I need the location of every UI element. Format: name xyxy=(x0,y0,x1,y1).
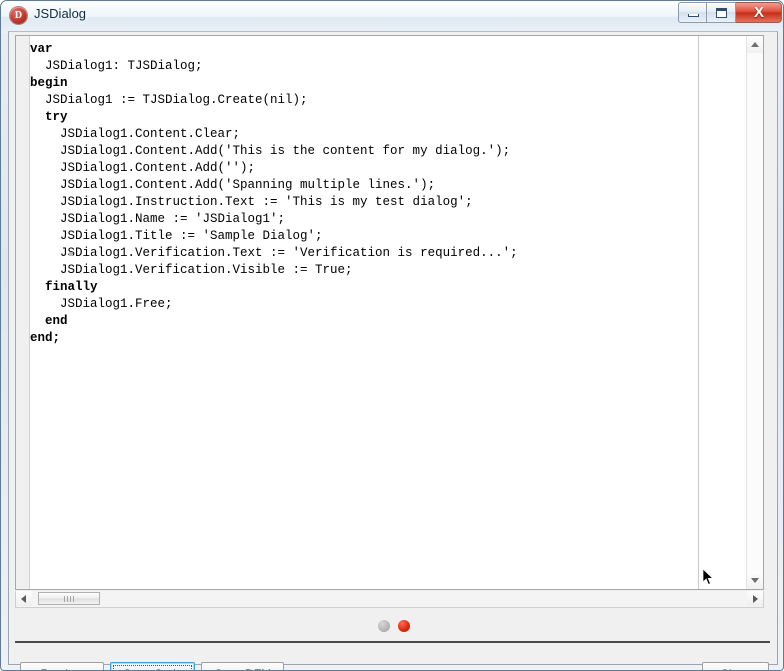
window-controls: X xyxy=(678,2,782,24)
code-line: JSDialog1 := TJSDialog.Create(nil); xyxy=(30,93,308,107)
maximize-icon xyxy=(716,8,727,18)
window-title: JSDialog xyxy=(34,6,87,21)
code-line: JSDialog1.Free; xyxy=(30,297,173,311)
code-line: JSDialog1.Verification.Text := 'Verifica… xyxy=(30,246,518,260)
code-line: finally xyxy=(30,280,98,294)
code-line: JSDialog1.Content.Add(''); xyxy=(30,161,256,175)
code-line: try xyxy=(30,110,68,124)
close-window-button[interactable]: X xyxy=(736,2,782,23)
button-bar: Preview Copy Code Copy DFM Close xyxy=(9,643,779,670)
code-line: JSDialog1: TJSDialog; xyxy=(30,59,203,73)
code-line: JSDialog1.Title := 'Sample Dialog'; xyxy=(30,229,323,243)
triangle-down-icon xyxy=(751,578,759,583)
copy-code-label: Copy Code xyxy=(122,667,182,670)
close-button[interactable]: Close xyxy=(702,662,769,670)
scroll-thumb-grip-icon xyxy=(64,596,75,602)
minimize-button[interactable] xyxy=(678,2,707,23)
preview-button[interactable]: Preview xyxy=(20,662,104,670)
maximize-button[interactable] xyxy=(707,2,736,23)
client-area: var JSDialog1: TJSDialog; begin JSDialog1… xyxy=(8,31,779,670)
editor-gutter xyxy=(16,36,30,589)
page-dot-inactive[interactable] xyxy=(378,620,390,632)
triangle-up-icon xyxy=(751,42,759,47)
page-indicator xyxy=(9,614,779,638)
close-icon: X xyxy=(753,4,764,21)
app-icon: D xyxy=(10,7,27,24)
vertical-scroll-track[interactable] xyxy=(747,53,763,572)
code-line: end; xyxy=(30,331,61,345)
triangle-right-icon xyxy=(753,595,758,603)
code-editor[interactable]: var JSDialog1: TJSDialog; begin JSDialog1… xyxy=(15,35,764,590)
scroll-left-arrow[interactable] xyxy=(16,591,32,606)
horizontal-scroll-thumb[interactable] xyxy=(38,592,100,605)
code-line: JSDialog1.Name := 'JSDialog1'; xyxy=(30,212,286,226)
minimize-icon xyxy=(688,14,699,17)
code-line: JSDialog1.Content.Add('Spanning multiple… xyxy=(30,178,436,192)
code-line: JSDialog1.Content.Clear; xyxy=(30,127,241,141)
copy-dfm-button[interactable]: Copy DFM xyxy=(201,662,284,670)
code-line: JSDialog1.Instruction.Text := 'This is m… xyxy=(30,195,473,209)
code-text[interactable]: var JSDialog1: TJSDialog; begin JSDialog1… xyxy=(30,36,763,589)
code-line: JSDialog1.Content.Add('This is the conte… xyxy=(30,144,511,158)
code-line: begin xyxy=(30,76,68,90)
triangle-left-icon xyxy=(21,595,26,603)
scroll-right-arrow[interactable] xyxy=(747,591,763,606)
code-line: var xyxy=(30,42,53,56)
code-line: end xyxy=(30,314,68,328)
page-dot-active[interactable] xyxy=(398,620,410,632)
copy-code-button[interactable]: Copy Code xyxy=(110,662,195,670)
vertical-scrollbar[interactable] xyxy=(746,36,763,589)
line-marker-icon xyxy=(69,252,73,256)
code-line: JSDialog1.Verification.Visible := True; xyxy=(30,263,353,277)
scroll-up-arrow[interactable] xyxy=(747,36,763,53)
title-bar[interactable]: D JSDialog X xyxy=(1,1,783,31)
application-window: D JSDialog X var JSDialog1: TJSDialog; be… xyxy=(0,0,784,671)
scroll-down-arrow[interactable] xyxy=(747,572,763,589)
horizontal-scrollbar[interactable] xyxy=(15,591,764,608)
